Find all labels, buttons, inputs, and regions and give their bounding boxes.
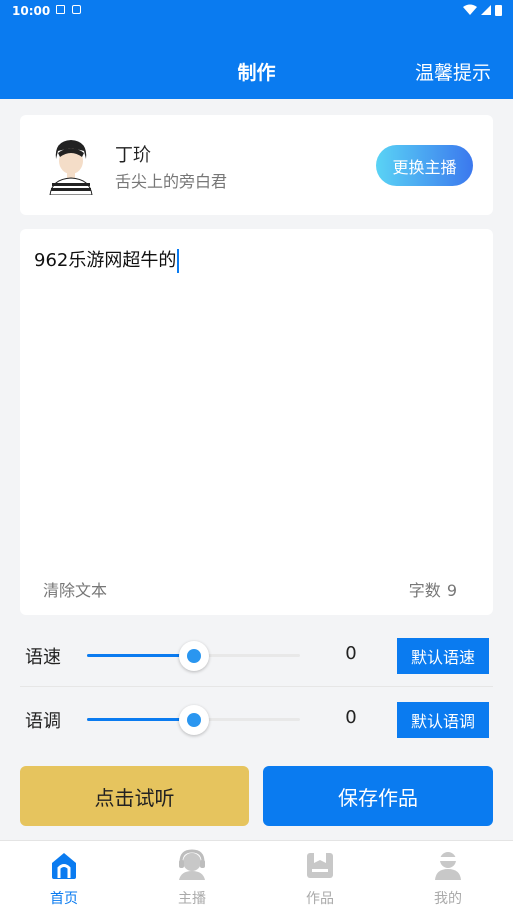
status-icons [463,4,502,16]
default-speed-button[interactable]: 默认语速 [397,638,489,674]
speed-slider-thumb[interactable] [178,641,209,671]
char-count-value: 9 [446,581,457,600]
notification-a-icon [56,5,65,14]
profile-icon [435,852,461,880]
tab-anchor-label: 主播 [178,891,206,907]
tab-home-label: 首页 [50,891,78,907]
status-time: 10:00 [12,4,51,18]
pitch-label: 语调 [25,711,61,732]
wifi-icon [463,4,477,15]
status-bar: 10:00 [0,0,513,22]
tab-profile[interactable]: 我的 [384,841,512,912]
speed-row: 语速 0 默认语速 [0,630,513,680]
anchor-subtitle: 舌尖上的旁白君 [115,172,228,191]
avatar [49,140,93,195]
text-input[interactable]: 962乐游网超牛的 [34,246,180,273]
works-icon [307,853,333,878]
anchor-name: 丁玠 [115,145,151,166]
tab-home[interactable]: 首页 [0,841,128,912]
pitch-slider-fill [87,718,194,721]
clear-text-button[interactable]: 清除文本 [43,577,107,601]
anchor-icon [179,849,205,880]
text-editor[interactable]: 962乐游网超牛的 清除文本 字数 9 [20,229,493,615]
pitch-value: 0 [345,707,357,728]
app-header: 10:00 制作 温馨提示 [0,0,513,99]
signal-icon [481,5,491,15]
bottom-tab-bar: 首页 主播 作品 我的 [0,840,513,912]
battery-icon [495,5,502,16]
text-input-value: 962乐游网超牛的 [34,250,177,271]
anchor-card: 丁玠 舌尖上的旁白君 更换主播 [20,115,493,215]
char-count: 字数 9 [409,577,457,601]
text-caret [177,249,180,273]
tips-button[interactable]: 温馨提示 [415,58,491,85]
tab-anchor[interactable]: 主播 [128,841,256,912]
pitch-slider-thumb[interactable] [178,705,209,735]
speed-label: 语速 [25,647,61,668]
home-icon [52,853,76,879]
default-pitch-button[interactable]: 默认语调 [397,702,489,738]
speed-value: 0 [345,643,357,664]
tab-works[interactable]: 作品 [256,841,384,912]
char-count-label: 字数 [408,581,441,600]
tab-works-label: 作品 [306,891,334,907]
row-divider [20,686,493,687]
pitch-row: 语调 0 默认语调 [0,694,513,744]
save-work-button[interactable]: 保存作品 [263,766,493,826]
keyboard-icon [72,5,81,14]
change-anchor-button[interactable]: 更换主播 [376,145,473,186]
speed-slider-fill [87,654,194,657]
listen-button[interactable]: 点击试听 [20,766,249,826]
tab-profile-label: 我的 [434,891,462,907]
